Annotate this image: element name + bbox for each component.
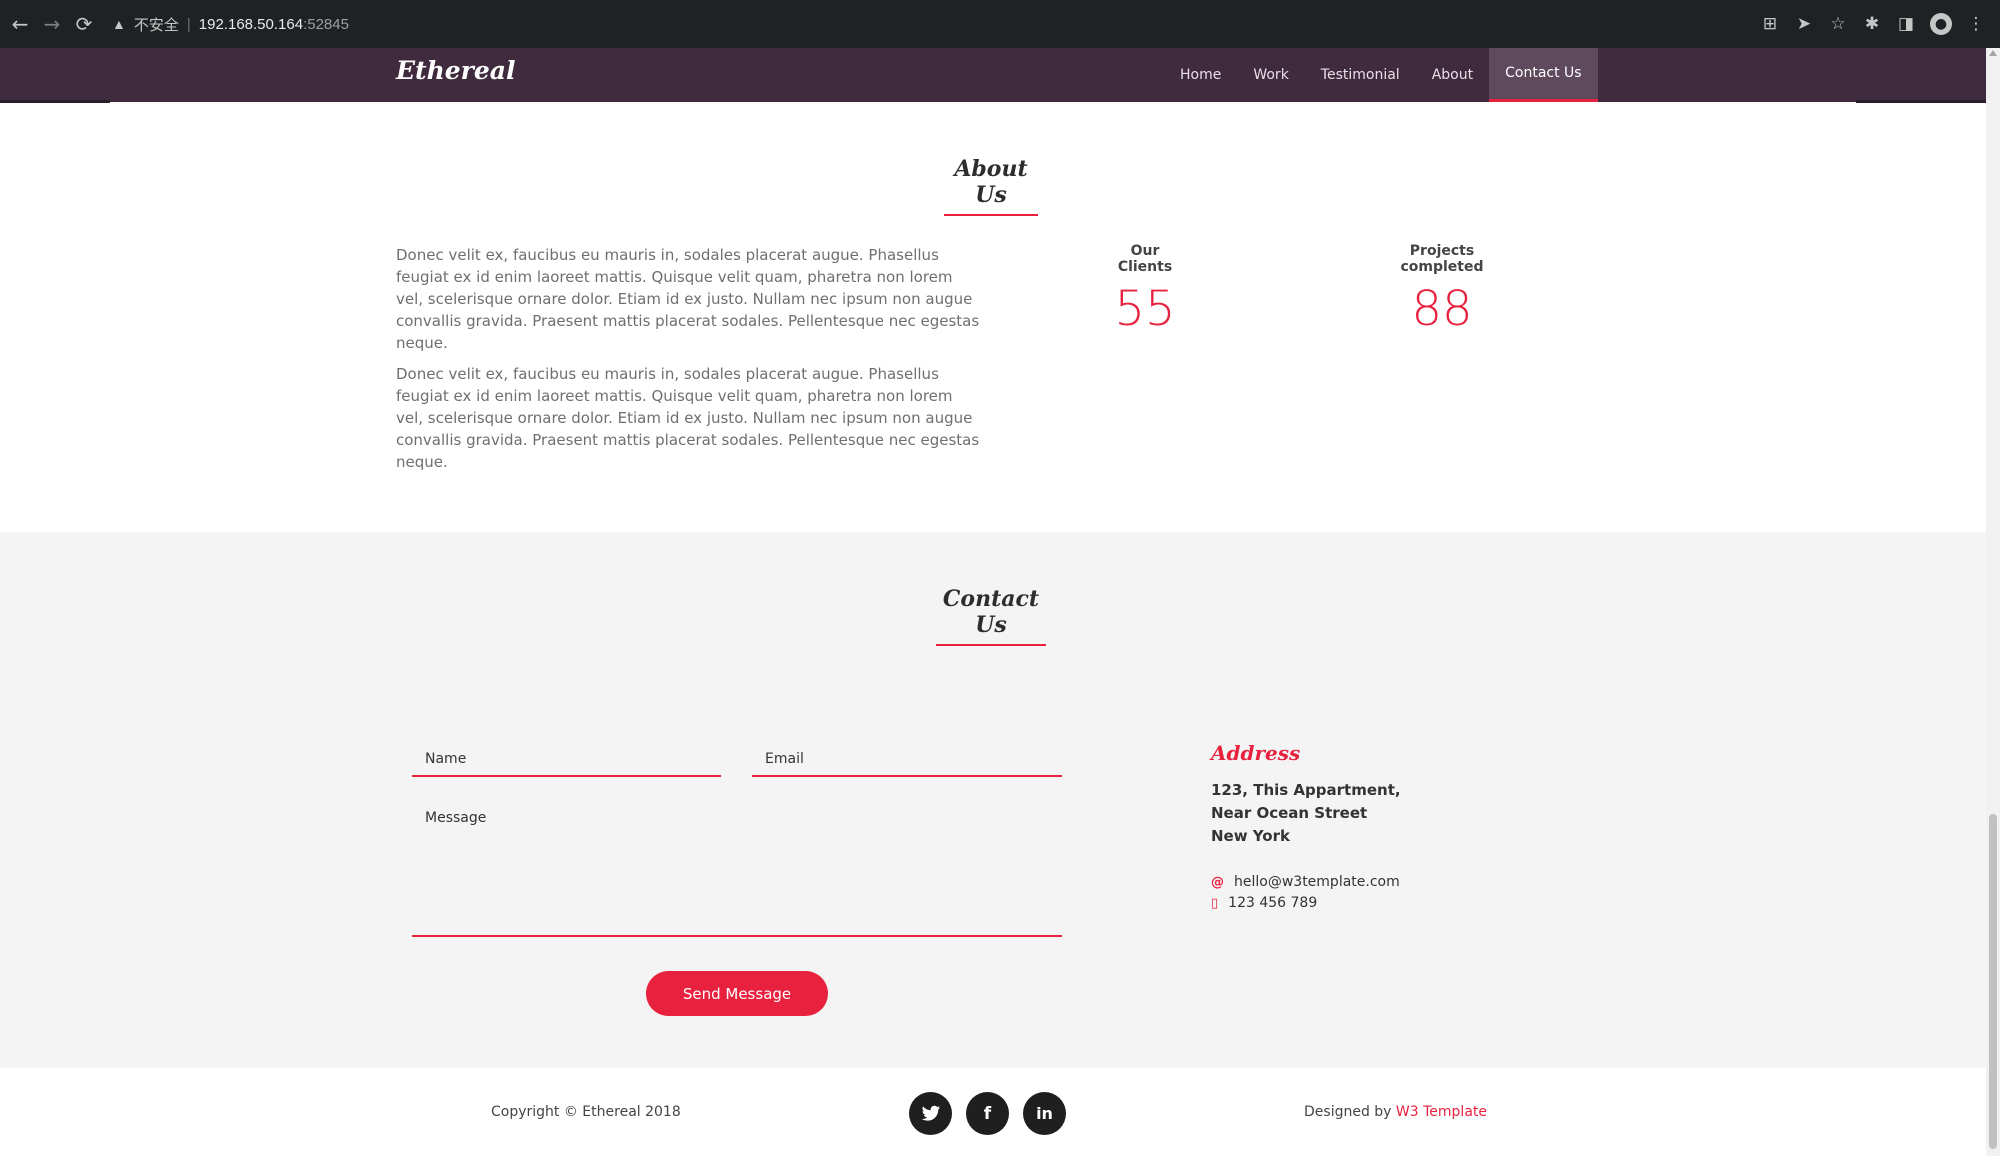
extensions-icon[interactable]: ✱ [1862, 8, 1882, 40]
nav-about[interactable]: About [1416, 48, 1489, 102]
warning-icon: ▲ [112, 16, 126, 32]
facebook-icon[interactable]: f [966, 1092, 1009, 1135]
social-links: f in [909, 1092, 1066, 1135]
stat-projects-completed: Projects completed 88 [1368, 243, 1516, 337]
url-port: :52845 [303, 15, 349, 33]
nav-contact-us[interactable]: Contact Us [1489, 48, 1598, 102]
w3-template-link[interactable]: W3 Template [1396, 1104, 1487, 1120]
contact-heading-text: Contact Us [942, 586, 1040, 638]
nav-work[interactable]: Work [1237, 48, 1304, 102]
address-line-3: New York [1211, 827, 1290, 845]
message-field-placeholder: Message [425, 810, 487, 826]
navbar-shadow-left [0, 100, 110, 103]
profile-avatar-icon[interactable]: ● [1930, 13, 1952, 35]
stat-our-clients: Our Clients 55 [1102, 243, 1188, 337]
nav-testimonial[interactable]: Testimonial [1305, 48, 1416, 102]
forward-arrow-icon[interactable]: → [36, 8, 68, 40]
name-field-placeholder: Name [425, 751, 467, 767]
email-field[interactable]: Email [752, 751, 1062, 777]
contact-email: @ hello@w3template.com [1211, 874, 1400, 890]
twitter-icon[interactable] [909, 1092, 952, 1135]
navbar-shadow-right [1856, 100, 1986, 103]
footer-designed-by: Designed by W3 Template [1304, 1104, 1487, 1120]
browser-toolbar: ← → ⟳ ▲ 不安全 | 192.168.50.164:52845 ⊞ ➤ ☆… [0, 0, 2000, 48]
site-logo[interactable]: Ethereal [396, 56, 515, 85]
linkedin-glyph: in [1036, 1104, 1053, 1123]
page-scrollbar[interactable] [1986, 48, 2000, 1156]
contact-phone-text: 123 456 789 [1228, 895, 1318, 911]
mobile-phone-icon: ▯ [1211, 895, 1219, 911]
facebook-glyph: f [983, 1103, 992, 1124]
back-arrow-icon[interactable]: ← [4, 8, 36, 40]
send-message-button[interactable]: Send Message [646, 971, 828, 1016]
address-line-2: Near Ocean Street [1211, 804, 1368, 822]
translate-icon[interactable]: ⊞ [1760, 8, 1780, 40]
bookmark-star-icon[interactable]: ☆ [1828, 8, 1848, 40]
contact-email-text: hello@w3template.com [1234, 874, 1400, 890]
stat-label: Projects completed [1400, 243, 1484, 275]
contact-phone: ▯ 123 456 789 [1211, 895, 1317, 911]
stat-value: 88 [1411, 281, 1473, 337]
message-field[interactable]: Message [412, 810, 1062, 937]
about-paragraph-1: Donec velit ex, faucibus eu mauris in, s… [396, 246, 980, 352]
address-heading: Address [1211, 741, 1301, 765]
main-nav: Home Work Testimonial About Contact Us [1164, 48, 1598, 102]
send-icon[interactable]: ➤ [1794, 8, 1814, 40]
stat-value: 55 [1114, 281, 1176, 337]
email-field-placeholder: Email [765, 751, 804, 767]
footer-copyright: Copyright © Ethereal 2018 [491, 1104, 681, 1120]
side-panel-icon[interactable]: ◨ [1896, 8, 1916, 40]
kebab-menu-icon[interactable]: ⋮ [1966, 8, 1986, 40]
about-heading-underline [944, 214, 1038, 216]
at-sign-icon: @ [1211, 874, 1224, 890]
scrollbar-thumb[interactable] [1989, 814, 1997, 1149]
stat-label: Our Clients [1117, 243, 1173, 275]
contact-heading-underline [936, 644, 1046, 646]
scroll-up-arrow-icon[interactable] [1989, 50, 1997, 56]
url-separator: | [186, 15, 191, 33]
about-paragraph-2: Donec velit ex, faucibus eu mauris in, s… [396, 365, 980, 471]
contact-heading: Contact Us [936, 586, 1046, 646]
name-field[interactable]: Name [412, 751, 721, 777]
site-navbar: Ethereal Home Work Testimonial About Con… [0, 48, 1986, 103]
reload-icon[interactable]: ⟳ [68, 8, 100, 40]
nav-home[interactable]: Home [1164, 48, 1237, 102]
about-heading-text: About Us [954, 156, 1028, 208]
page-viewport: Ethereal Home Work Testimonial About Con… [0, 48, 1986, 1156]
designed-by-prefix: Designed by [1304, 1104, 1396, 1120]
twitter-bird-glyph [921, 1105, 940, 1121]
about-heading: About Us [944, 156, 1038, 216]
address-line-1: 123, This Appartment, [1211, 781, 1401, 799]
security-label: 不安全 [133, 16, 179, 34]
address-bar[interactable]: ▲ 不安全 | 192.168.50.164:52845 [112, 6, 349, 42]
linkedin-icon[interactable]: in [1023, 1092, 1066, 1135]
url-host: 192.168.50.164 [198, 15, 304, 33]
